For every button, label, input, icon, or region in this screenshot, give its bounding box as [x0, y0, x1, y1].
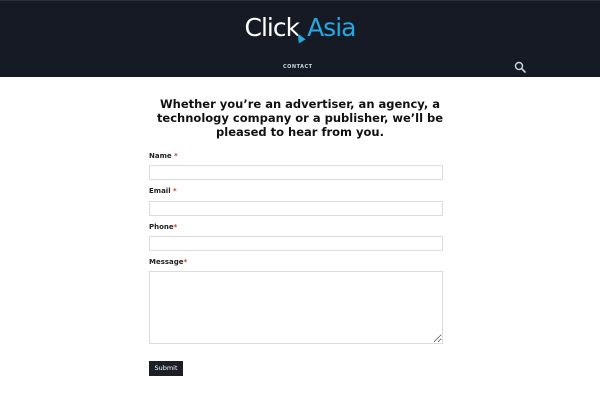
message-label: Message*: [149, 258, 187, 266]
name-label: Name *: [149, 152, 178, 160]
required-mark: *: [173, 187, 177, 195]
phone-label: Phone*: [149, 223, 177, 231]
search-icon[interactable]: [514, 61, 526, 73]
nav-item-contact[interactable]: CONTACT: [283, 64, 313, 70]
logo-text-click: Click: [244, 13, 301, 42]
required-mark: *: [174, 152, 178, 160]
logo-text-asia: Asia: [307, 13, 356, 42]
email-input[interactable]: [149, 201, 443, 216]
page-heading: Whether you’re an advertiser, an agency,…: [156, 97, 444, 139]
required-mark: *: [183, 258, 188, 266]
phone-label-text: Phone: [149, 223, 174, 231]
site-header: Click Asia CONTACT: [0, 0, 600, 77]
message-textarea[interactable]: [149, 271, 443, 344]
clickasia-logo[interactable]: Click Asia: [0, 13, 600, 44]
message-label-text: Message: [149, 258, 184, 266]
name-input[interactable]: [149, 165, 443, 180]
phone-input[interactable]: [149, 236, 443, 251]
email-label-text: Email: [149, 187, 171, 195]
required-mark: *: [173, 223, 178, 231]
name-label-text: Name: [149, 152, 172, 160]
email-label: Email *: [149, 187, 177, 195]
submit-button[interactable]: Submit: [149, 361, 183, 376]
